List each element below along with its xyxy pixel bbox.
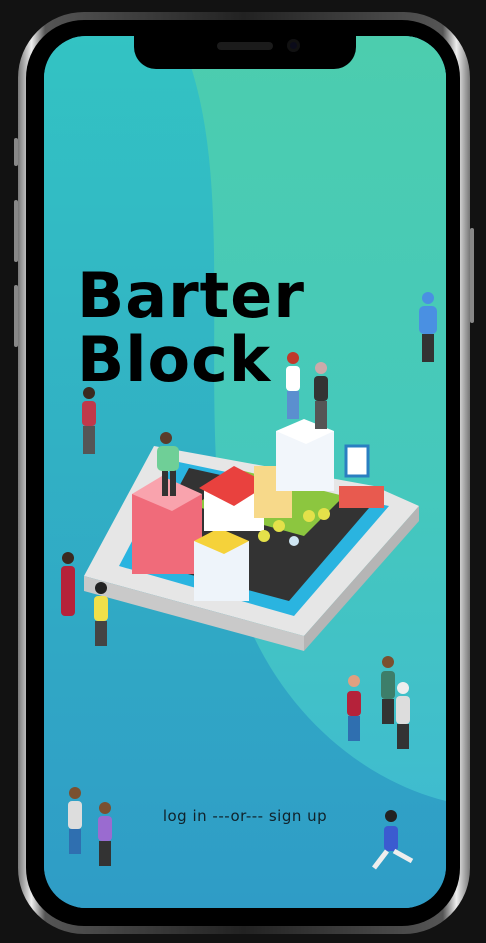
power-button <box>470 228 474 323</box>
auth-links: log in ---or--- sign up <box>44 807 446 825</box>
auth-separator: ---or--- <box>212 807 264 825</box>
volume-up-button <box>14 200 18 262</box>
background-illustration <box>44 36 446 908</box>
app-screen: Barter Block log in ---or--- sign up <box>44 36 446 908</box>
login-link[interactable]: log in <box>163 807 207 825</box>
front-camera-icon <box>287 39 300 52</box>
app-title-line1: Barter <box>77 259 305 332</box>
app-title: Barter Block <box>77 264 305 392</box>
speaker-grille <box>217 42 273 50</box>
mute-switch <box>14 138 18 166</box>
phone-notch <box>134 36 356 69</box>
volume-down-button <box>14 285 18 347</box>
app-title-line2: Block <box>77 323 272 396</box>
signup-link[interactable]: sign up <box>269 807 327 825</box>
